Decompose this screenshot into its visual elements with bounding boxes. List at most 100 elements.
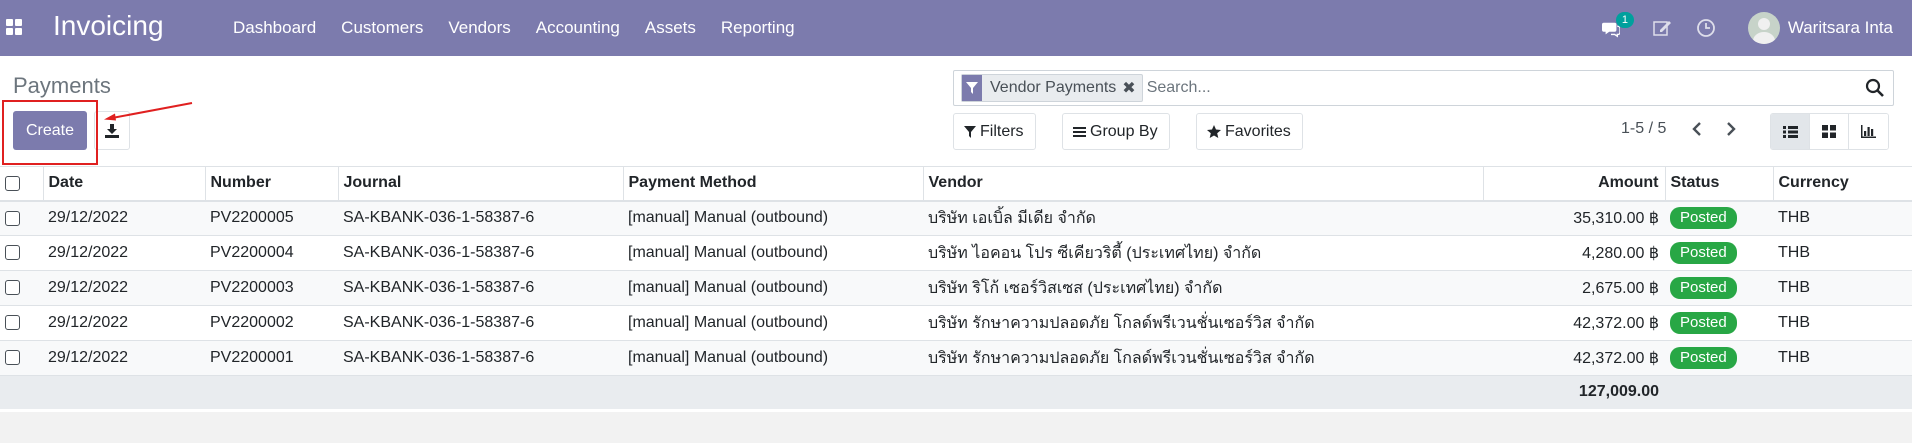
breadcrumb: Payments	[13, 73, 111, 98]
apps-menu-icon[interactable]	[6, 19, 22, 35]
cell-journal: SA-KBANK-036-1-58387-6	[338, 270, 623, 306]
row-checkbox[interactable]	[0, 200, 43, 236]
menu-item-assets[interactable]: Assets	[645, 18, 696, 38]
chevron-right-icon	[1727, 122, 1736, 136]
cell-vendor: บริษัท ริโก้ เซอร์วิสเซส (ประเทศไทย) จำก…	[923, 270, 1483, 306]
row-checkbox[interactable]	[0, 305, 43, 341]
column-header-date[interactable]: Date	[42, 166, 205, 202]
column-header-number[interactable]: Number	[204, 166, 338, 202]
activity-edit-icon[interactable]	[1652, 18, 1672, 38]
view-switcher	[1770, 113, 1889, 150]
cell-currency: THB	[1773, 340, 1912, 376]
kanban-view-button[interactable]	[1810, 114, 1849, 149]
cell-amount: 35,310.00 ฿	[1483, 200, 1665, 236]
facet-remove-icon[interactable]: ✖	[1122, 78, 1141, 98]
cell-amount: 42,372.00 ฿	[1483, 340, 1665, 376]
list-view-button[interactable]	[1771, 114, 1810, 149]
cell-date: 29/12/2022	[43, 200, 205, 236]
filter-icon	[962, 75, 982, 101]
download-icon	[105, 123, 119, 138]
column-header-vendor[interactable]: Vendor	[922, 166, 1483, 202]
cell-payment-method: [manual] Manual (outbound)	[623, 200, 923, 236]
search-input[interactable]	[1144, 74, 1865, 102]
column-header-currency[interactable]: Currency	[1772, 166, 1912, 202]
cell-payment-method: [manual] Manual (outbound)	[623, 305, 923, 341]
app-name[interactable]: Invoicing	[53, 10, 164, 42]
cell-currency: THB	[1773, 235, 1912, 271]
cell-payment-method: [manual] Manual (outbound)	[623, 235, 923, 271]
main-menu: Dashboard Customers Vendors Accounting A…	[233, 0, 820, 56]
cell-number: PV2200003	[205, 270, 338, 306]
column-header-payment-method[interactable]: Payment Method	[622, 166, 923, 202]
pager-value[interactable]: 1-5 / 5	[1621, 120, 1666, 138]
row-checkbox[interactable]	[0, 235, 43, 271]
favorites-button[interactable]: Favorites	[1196, 113, 1303, 150]
menu-item-accounting[interactable]: Accounting	[536, 18, 620, 38]
cell-vendor: บริษัท รักษาความปลอดภัย โกลด์พรีเวนชั่นเ…	[923, 340, 1483, 376]
cell-currency: THB	[1773, 270, 1912, 306]
select-all-checkbox[interactable]	[0, 166, 43, 202]
cell-date: 29/12/2022	[43, 340, 205, 376]
cell-vendor: บริษัท เอเบิ้ล มีเดีย จำกัด	[923, 200, 1483, 236]
menu-item-vendors[interactable]: Vendors	[448, 18, 510, 38]
chevron-left-icon	[1692, 122, 1701, 136]
cell-date: 29/12/2022	[43, 270, 205, 306]
status-badge: Posted	[1670, 277, 1737, 299]
cell-journal: SA-KBANK-036-1-58387-6	[338, 305, 623, 341]
list-icon	[1073, 126, 1086, 137]
table-row[interactable]: 29/12/2022 PV2200002 SA-KBANK-036-1-5838…	[0, 305, 1912, 341]
cell-currency: THB	[1773, 305, 1912, 341]
menu-item-reporting[interactable]: Reporting	[721, 18, 795, 38]
filters-label: Filters	[980, 122, 1024, 140]
groupby-button[interactable]: Group By	[1062, 113, 1170, 150]
content-background	[0, 412, 1912, 443]
filter-icon	[964, 125, 976, 138]
cell-vendor: บริษัท รักษาความปลอดภัย โกลด์พรีเวนชั่นเ…	[923, 305, 1483, 341]
pager-previous-button[interactable]	[1685, 117, 1709, 141]
table-footer-row: 127,009.00	[0, 375, 1912, 409]
chat-icon[interactable]: 1	[1601, 12, 1634, 38]
pager-next-button[interactable]	[1719, 117, 1743, 141]
column-header-status[interactable]: Status	[1664, 166, 1773, 202]
clock-icon[interactable]	[1696, 18, 1716, 38]
facet-label: Vendor Payments	[990, 79, 1117, 96]
cell-amount: 2,675.00 ฿	[1483, 270, 1665, 306]
user-avatar[interactable]	[1747, 12, 1780, 44]
cell-status: Posted	[1665, 305, 1773, 341]
kanban-view-icon	[1822, 125, 1836, 138]
menu-item-customers[interactable]: Customers	[341, 18, 423, 38]
user-name[interactable]: Waritsara Inta	[1788, 18, 1893, 38]
filters-button[interactable]: Filters	[953, 113, 1036, 150]
table-header-row: Date Number Journal Payment Method Vendo…	[0, 166, 1912, 202]
favorites-label: Favorites	[1225, 122, 1291, 140]
cell-number: PV2200001	[205, 340, 338, 376]
table-row[interactable]: 29/12/2022 PV2200003 SA-KBANK-036-1-5838…	[0, 270, 1912, 306]
annotation-highlight-box	[2, 100, 98, 165]
cell-status: Posted	[1665, 340, 1773, 376]
cell-date: 29/12/2022	[43, 235, 205, 271]
search-facet: Vendor Payments ✖	[961, 74, 1143, 102]
graph-view-button[interactable]	[1849, 114, 1888, 149]
table-row[interactable]: 29/12/2022 PV2200001 SA-KBANK-036-1-5838…	[0, 340, 1912, 376]
navbar-systray: 1 Waritsara Inta	[1601, 0, 1912, 56]
row-checkbox[interactable]	[0, 340, 43, 376]
cell-number: PV2200002	[205, 305, 338, 341]
cell-amount: 4,280.00 ฿	[1483, 235, 1665, 271]
payments-table: Date Number Journal Payment Method Vendo…	[0, 166, 1912, 409]
column-header-amount[interactable]: Amount	[1482, 166, 1665, 202]
cell-journal: SA-KBANK-036-1-58387-6	[338, 200, 623, 236]
column-header-journal[interactable]: Journal	[337, 166, 623, 202]
status-badge: Posted	[1670, 242, 1737, 264]
cell-status: Posted	[1665, 235, 1773, 271]
bar-chart-icon	[1861, 125, 1876, 138]
cell-journal: SA-KBANK-036-1-58387-6	[338, 235, 623, 271]
row-checkbox[interactable]	[0, 270, 43, 306]
search-icon[interactable]	[1865, 78, 1885, 98]
table-row[interactable]: 29/12/2022 PV2200005 SA-KBANK-036-1-5838…	[0, 200, 1912, 236]
table-row[interactable]: 29/12/2022 PV2200004 SA-KBANK-036-1-5838…	[0, 235, 1912, 271]
cell-status: Posted	[1665, 200, 1773, 236]
cell-payment-method: [manual] Manual (outbound)	[623, 340, 923, 376]
search-bar: Vendor Payments ✖	[953, 70, 1894, 106]
menu-item-dashboard[interactable]: Dashboard	[233, 18, 316, 38]
cell-vendor: บริษัท ไอคอน โปร ซีเคียวริตี้ (ประเทศไทย…	[923, 235, 1483, 271]
